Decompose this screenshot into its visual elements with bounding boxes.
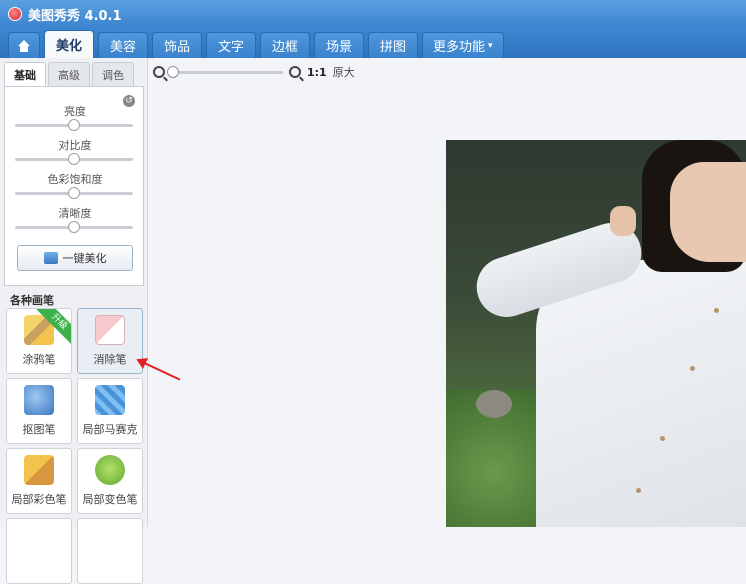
saturation-slider[interactable] [15, 187, 133, 199]
tool-label: 消除笔 [93, 353, 127, 366]
paint-brush-icon [24, 455, 54, 485]
chevron-down-icon: ▾ [488, 40, 493, 51]
subtab-color[interactable]: 调色 [92, 62, 134, 86]
subtab-label: 调色 [102, 68, 124, 82]
cutout-icon [24, 385, 54, 415]
brightness-slider[interactable] [15, 119, 133, 131]
subtab-advanced[interactable]: 高级 [48, 62, 90, 86]
photo-stone [476, 390, 512, 418]
tool-more-2[interactable] [77, 518, 143, 584]
tab-label: 文字 [217, 40, 244, 55]
photo-canvas[interactable] [446, 140, 746, 527]
photo-face [670, 162, 746, 262]
contrast-slider[interactable] [15, 153, 133, 165]
sharpness-slider[interactable] [15, 221, 133, 233]
zoom-knob[interactable] [167, 65, 179, 78]
slider-knob[interactable] [68, 153, 80, 165]
tool-label: 抠图笔 [22, 423, 56, 436]
tab-label: 边框 [271, 40, 298, 55]
tool-mosaic[interactable]: 局部马赛克 [77, 378, 143, 444]
original-size-label[interactable]: 原大 [333, 64, 355, 80]
auto-beautify-label: 一键美化 [62, 252, 107, 265]
zoom-slider[interactable] [167, 65, 283, 78]
tool-doodle-pen[interactable]: 涂鸦笔 升级 [6, 308, 72, 374]
paint-bucket-icon [95, 455, 125, 485]
slider-knob[interactable] [68, 221, 80, 233]
photo-hand [610, 206, 636, 236]
tab-label: 美化 [55, 39, 82, 54]
adjust-box: ↺ 亮度 对比度 色彩饱和度 清晰度 一键美化 [4, 86, 144, 286]
adjust-subtabs: 基础 高级 调色 [4, 62, 134, 86]
brightness-label: 亮度 [64, 105, 86, 118]
tool-color-pen[interactable]: 局部彩色笔 [6, 448, 72, 514]
tool-label: 涂鸦笔 [22, 353, 56, 366]
zoom-out-icon[interactable] [153, 66, 165, 78]
tab-label: 更多功能 [433, 40, 486, 55]
shirt-button [690, 366, 695, 371]
window-title: 美图秀秀 4.0.1 [28, 8, 122, 24]
subtab-basic[interactable]: 基础 [4, 62, 46, 86]
tool-recolor-pen[interactable]: 局部变色笔 [77, 448, 143, 514]
tool-cutout-pen[interactable]: 抠图笔 [6, 378, 72, 444]
magic-wand-icon [43, 252, 58, 264]
tab-more[interactable]: 更多功能 ▾ [422, 32, 504, 58]
subtab-label: 高级 [58, 68, 80, 82]
tab-border[interactable]: 边框 [260, 32, 310, 58]
main-nav: 美化 美容 饰品 文字 边框 场景 拼图 更多功能 ▾ [0, 28, 746, 58]
tab-collage[interactable]: 拼图 [368, 32, 418, 58]
photo-shirt [536, 260, 746, 527]
tool-label: 局部马赛克 [82, 423, 138, 436]
tab-scene[interactable]: 场景 [314, 32, 364, 58]
zoom-ratio[interactable]: 1:1 [307, 66, 327, 79]
shirt-button [636, 488, 641, 493]
shirt-button [660, 436, 665, 441]
left-panel: 基础 高级 调色 ↺ 亮度 对比度 色彩饱和度 清晰度 一键美化 各种画笔 涂鸦… [0, 58, 148, 584]
tool-label: 局部变色笔 [82, 493, 138, 506]
tab-label: 拼图 [379, 40, 406, 55]
shirt-button [714, 308, 719, 313]
tab-label: 美容 [109, 40, 136, 55]
tool-label: 局部彩色笔 [11, 493, 67, 506]
zoom-in-icon[interactable] [289, 66, 301, 78]
slider-knob[interactable] [68, 119, 80, 131]
tab-beauty[interactable]: 美容 [98, 32, 148, 58]
title-bar: 美图秀秀 4.0.1 [0, 0, 746, 28]
eraser-icon [95, 315, 125, 345]
tab-home[interactable] [8, 32, 40, 58]
contrast-label: 对比度 [58, 139, 92, 152]
zoom-bar: 1:1 原大 [153, 64, 355, 80]
tab-label: 饰品 [163, 40, 190, 55]
home-icon [17, 39, 31, 52]
app-logo-icon [8, 7, 22, 21]
auto-beautify-button[interactable]: 一键美化 [17, 245, 133, 271]
sharpness-label: 清晰度 [58, 207, 92, 220]
section-title: 各种画笔 [10, 294, 54, 307]
subtab-label: 基础 [14, 68, 36, 82]
tab-beautify[interactable]: 美化 [44, 30, 94, 58]
tab-accessories[interactable]: 饰品 [152, 32, 202, 58]
tab-text[interactable]: 文字 [206, 32, 256, 58]
slider-knob[interactable] [68, 187, 80, 199]
mosaic-icon [95, 385, 125, 415]
tool-more-1[interactable] [6, 518, 72, 584]
saturation-label: 色彩饱和度 [47, 173, 103, 186]
tab-label: 场景 [325, 40, 352, 55]
